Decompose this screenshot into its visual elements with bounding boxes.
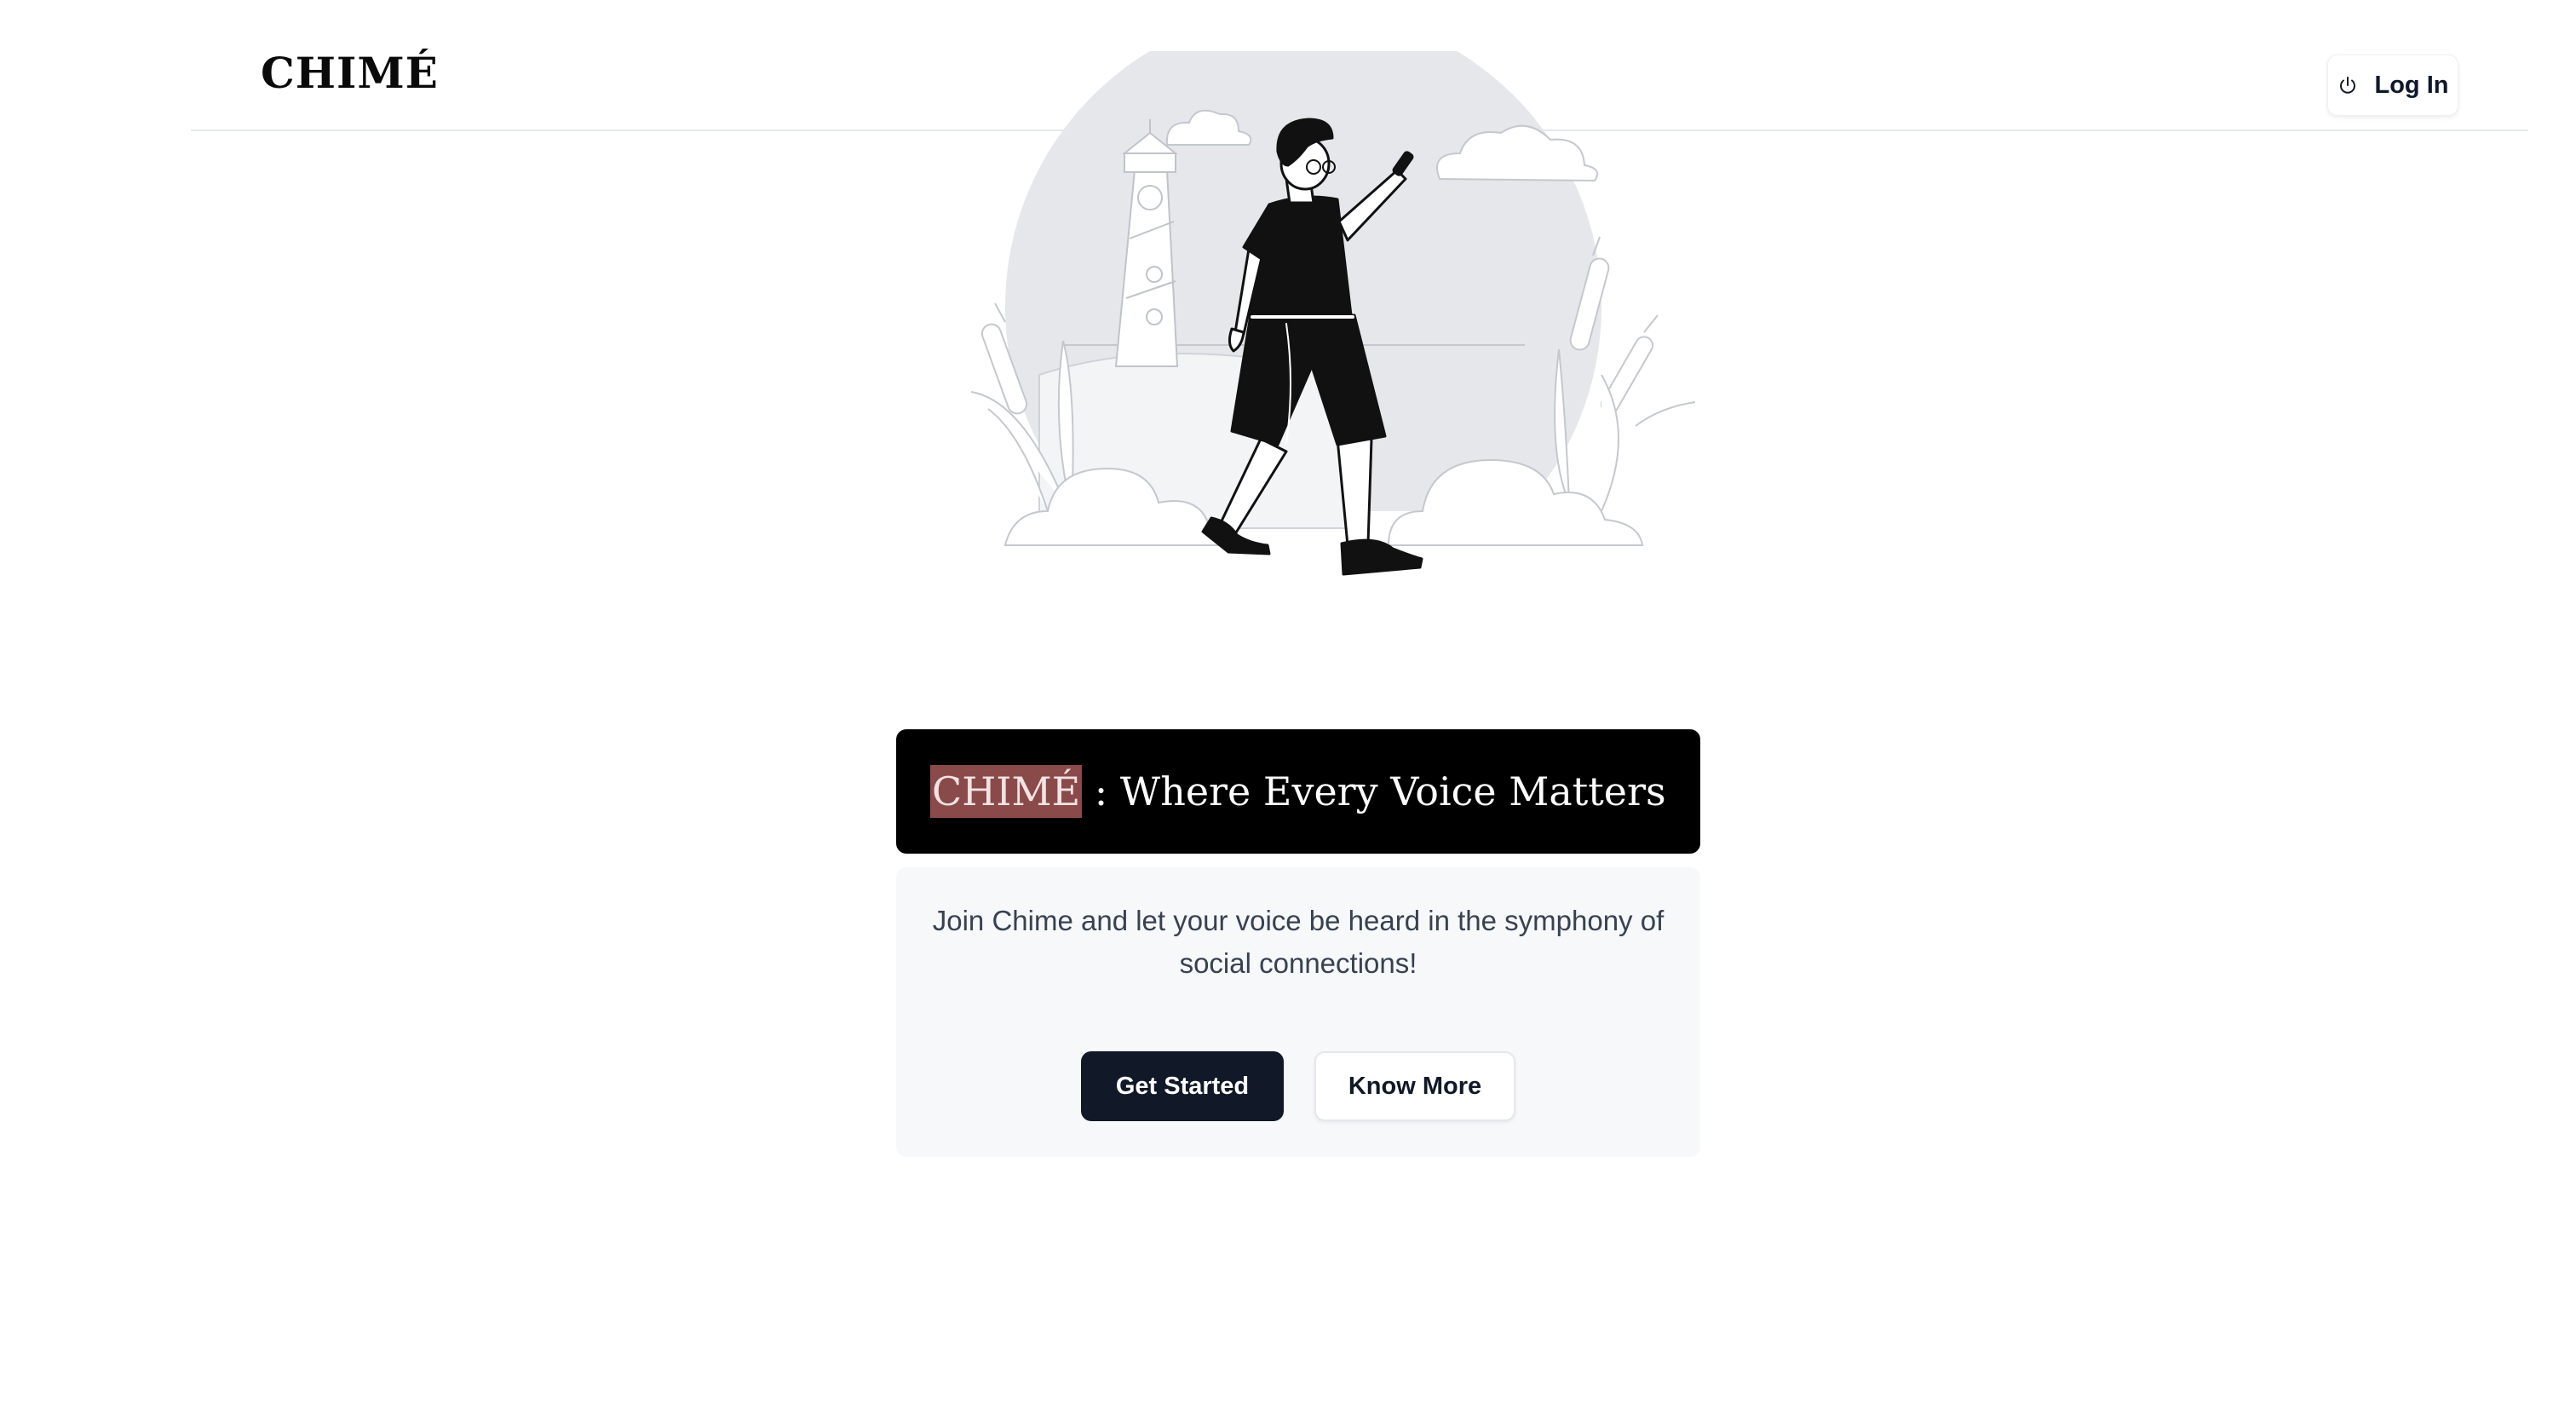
person-walking-illustration [911,51,1695,596]
login-button[interactable]: Log In [2327,55,2458,116]
headline-banner: CHIMÉ : Where Every Voice Matters [896,729,1700,854]
login-label: Log In [2374,71,2449,99]
headline: CHIMÉ : Where Every Voice Matters [930,765,1666,818]
headline-brand: CHIMÉ [930,765,1083,818]
get-started-button[interactable]: Get Started [1081,1051,1284,1121]
intro-card: Join Chime and let your voice be heard i… [896,867,1700,1157]
brand-logo[interactable]: CHIMÉ [261,48,439,98]
know-more-button[interactable]: Know More [1314,1051,1515,1121]
headline-text: : Where Every Voice Matters [1082,768,1666,814]
power-icon [2339,77,2355,94]
tagline: Join Chime and let your voice be heard i… [932,905,1665,979]
cta-button-row: Get Started Know More [896,1051,1700,1121]
